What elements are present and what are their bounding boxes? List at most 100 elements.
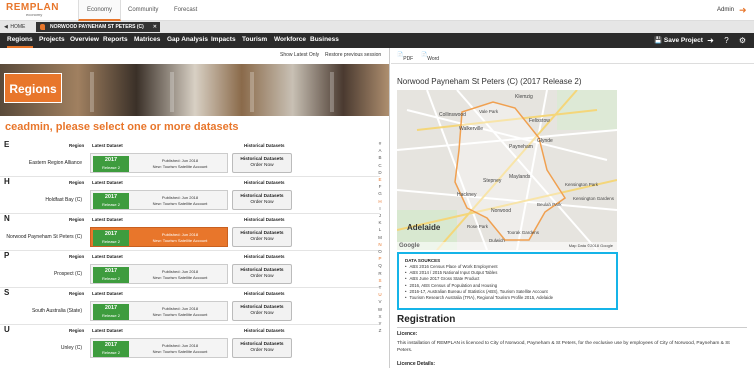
alphabet-index-item[interactable]: O bbox=[375, 248, 385, 255]
map-label: Felixstow bbox=[529, 118, 550, 124]
alphabet-index-item[interactable]: N bbox=[375, 241, 385, 248]
alphabet-index-item[interactable]: C bbox=[375, 162, 385, 169]
nav-reports[interactable]: Reports bbox=[103, 33, 128, 48]
breadcrumb-home[interactable]: ◀ HOME bbox=[4, 21, 25, 33]
alphabet-index-item[interactable]: X bbox=[375, 313, 385, 320]
region-map[interactable]: Klemzig Collinswood Vale Park Felixstow … bbox=[397, 90, 617, 250]
historical-datasets-button[interactable]: Historical Datasets Order Now bbox=[232, 301, 292, 321]
divider bbox=[397, 327, 747, 328]
latest-dataset-card[interactable]: 2017 Release 2 Published: Jun 2018 New: To… bbox=[90, 301, 228, 321]
google-logo: Google bbox=[399, 243, 420, 249]
alphabet-index-item[interactable]: W bbox=[375, 306, 385, 313]
nav-regions[interactable]: Regions bbox=[7, 33, 33, 48]
user-menu[interactable]: Admin bbox=[717, 0, 734, 21]
map-label: Stepney bbox=[483, 178, 502, 184]
tab-community[interactable]: Community bbox=[120, 0, 166, 21]
tab-economy[interactable]: Economy bbox=[78, 0, 122, 21]
historical-datasets-button[interactable]: Historical Datasets Order Now bbox=[232, 227, 292, 247]
group-letter: N bbox=[4, 214, 10, 223]
release: Release 2 bbox=[101, 239, 120, 244]
show-latest-only-button[interactable]: Show Latest Only bbox=[280, 52, 319, 58]
alphabet-index-item[interactable]: Q bbox=[375, 262, 385, 269]
map-label: Hackney bbox=[457, 192, 477, 198]
group-letter: S bbox=[4, 288, 10, 297]
nav-tourism[interactable]: Tourism bbox=[242, 33, 267, 48]
remplan-logo[interactable]: REMPLAN economy bbox=[6, 3, 60, 17]
alphabet-index-item[interactable]: L bbox=[375, 226, 385, 233]
share-icon[interactable]: ➜ bbox=[706, 36, 715, 45]
regions-pane: Show Latest Only Restore previous sessio… bbox=[0, 48, 390, 368]
alphabet-index-item[interactable]: E bbox=[375, 176, 385, 183]
nav-gap-analysis[interactable]: Gap Analysis bbox=[167, 33, 208, 48]
alphabet-index-item[interactable]: R bbox=[375, 270, 385, 277]
page-heading: ceadmin, please select one or more datas… bbox=[5, 121, 239, 133]
pdf-button[interactable]: 📄 PDF bbox=[397, 52, 413, 62]
latest-dataset-card[interactable]: 2017 Release 2 Published: Jun 2018 New: To… bbox=[90, 190, 228, 210]
latest-dataset-card-selected[interactable]: 2017 Release 2 Published: Jun 2018 New: To… bbox=[90, 227, 228, 247]
alphabet-index-item[interactable]: F bbox=[375, 183, 385, 190]
word-button[interactable]: 📄 Word bbox=[421, 52, 439, 62]
alphabet-index-item[interactable]: I bbox=[375, 205, 385, 212]
nav-matrices[interactable]: Matrices bbox=[134, 33, 160, 48]
registration-heading: Registration bbox=[397, 314, 456, 325]
year-badge: 2017 Release 2 bbox=[93, 304, 129, 320]
logout-icon[interactable]: ➜ bbox=[739, 6, 748, 15]
restore-session-button[interactable]: Restore previous session bbox=[325, 52, 381, 58]
nav-business[interactable]: Business bbox=[310, 33, 339, 48]
nav-impacts[interactable]: Impacts bbox=[211, 33, 236, 48]
map-svg: Klemzig Collinswood Vale Park Felixstow … bbox=[397, 90, 617, 250]
data-sources-list: ABS 2016 Census Place of Work Employment… bbox=[405, 264, 610, 301]
alphabet-index-item[interactable]: J bbox=[375, 212, 385, 219]
map-label: Walkerville bbox=[459, 126, 483, 132]
alphabet-index-item[interactable]: H bbox=[375, 198, 385, 205]
latest-dataset-card[interactable]: 2017 Release 2 Published: Jun 2018 New: To… bbox=[90, 264, 228, 284]
close-icon[interactable]: ✕ bbox=[153, 22, 157, 32]
breadcrumb-home-label: HOME bbox=[10, 24, 26, 30]
alphabet-index-item[interactable]: B bbox=[375, 154, 385, 161]
alphabet-index-item[interactable]: T bbox=[375, 284, 385, 291]
breadcrumb: ◀ HOME NORWOOD PAYNEHAM ST PETERS (C) (2… bbox=[0, 21, 754, 40]
order-now: Order Now bbox=[250, 237, 274, 242]
alphabet-index-item[interactable]: G bbox=[375, 190, 385, 197]
alphabet-index-item[interactable]: Z bbox=[375, 327, 385, 334]
col-latest-header: Latest Dataset bbox=[92, 291, 123, 296]
nav-projects[interactable]: Projects bbox=[39, 33, 65, 48]
historical-datasets-button[interactable]: Historical Datasets Order Now bbox=[232, 190, 292, 210]
alphabet-index-item[interactable]: M bbox=[375, 234, 385, 241]
tab-forecast[interactable]: Forecast bbox=[166, 0, 205, 21]
order-now: Order Now bbox=[250, 274, 274, 279]
latest-dataset-card[interactable]: 2017 Release 2 Published: Jun 2018 New: To… bbox=[90, 153, 228, 173]
divider bbox=[0, 250, 380, 251]
alphabet-index-item[interactable]: P bbox=[375, 255, 385, 262]
nav-workforce[interactable]: Workforce bbox=[274, 33, 306, 48]
alphabet-index-item[interactable]: K bbox=[375, 219, 385, 226]
alphabet-index: # A B C D E F G H I J K L M N O P Q R S T U V W X Y Z bbox=[375, 140, 385, 334]
breadcrumb-region-tab[interactable]: NORWOOD PAYNEHAM ST PETERS (C) (2017 R2)… bbox=[36, 22, 160, 40]
alphabet-index-item[interactable]: U bbox=[375, 291, 385, 298]
dataset-info: Published: Jun 2018 New: Tourism Satellit… bbox=[133, 269, 227, 280]
alphabet-index-item[interactable]: # bbox=[375, 140, 385, 147]
gear-icon[interactable]: ⚙ bbox=[738, 36, 747, 45]
alphabet-index-item[interactable]: A bbox=[375, 147, 385, 154]
historical-datasets-button[interactable]: Historical Datasets Order Now bbox=[232, 153, 292, 173]
col-region-header: Region bbox=[69, 180, 85, 185]
pdf-label: PDF bbox=[403, 56, 414, 62]
col-latest-header: Latest Dataset bbox=[92, 328, 123, 333]
logo-subtext: economy bbox=[26, 12, 43, 17]
alphabet-index-item[interactable]: S bbox=[375, 277, 385, 284]
help-icon[interactable]: ? bbox=[722, 36, 731, 45]
alphabet-index-item[interactable]: D bbox=[375, 169, 385, 176]
historical-datasets-button[interactable]: Historical Datasets Order Now bbox=[232, 264, 292, 284]
alphabet-index-item[interactable]: V bbox=[375, 298, 385, 305]
latest-dataset-card[interactable]: 2017 Release 2 Published: Jun 2018 New: To… bbox=[90, 338, 228, 358]
alphabet-index-item[interactable]: Y bbox=[375, 320, 385, 327]
new-feature: New: Tourism Satellite Account bbox=[152, 348, 208, 354]
main-nav: Regions Projects Overview Reports Matric… bbox=[0, 33, 754, 48]
save-project-button[interactable]: 💾 Save Project bbox=[654, 33, 703, 48]
historical-datasets-button[interactable]: Historical Datasets Order Now bbox=[232, 338, 292, 358]
nav-overview[interactable]: Overview bbox=[70, 33, 99, 48]
order-now: Order Now bbox=[250, 163, 274, 168]
col-latest-header: Latest Dataset bbox=[92, 180, 123, 185]
release: Release 2 bbox=[101, 202, 120, 207]
map-label: Toorak Gardens bbox=[507, 230, 540, 235]
